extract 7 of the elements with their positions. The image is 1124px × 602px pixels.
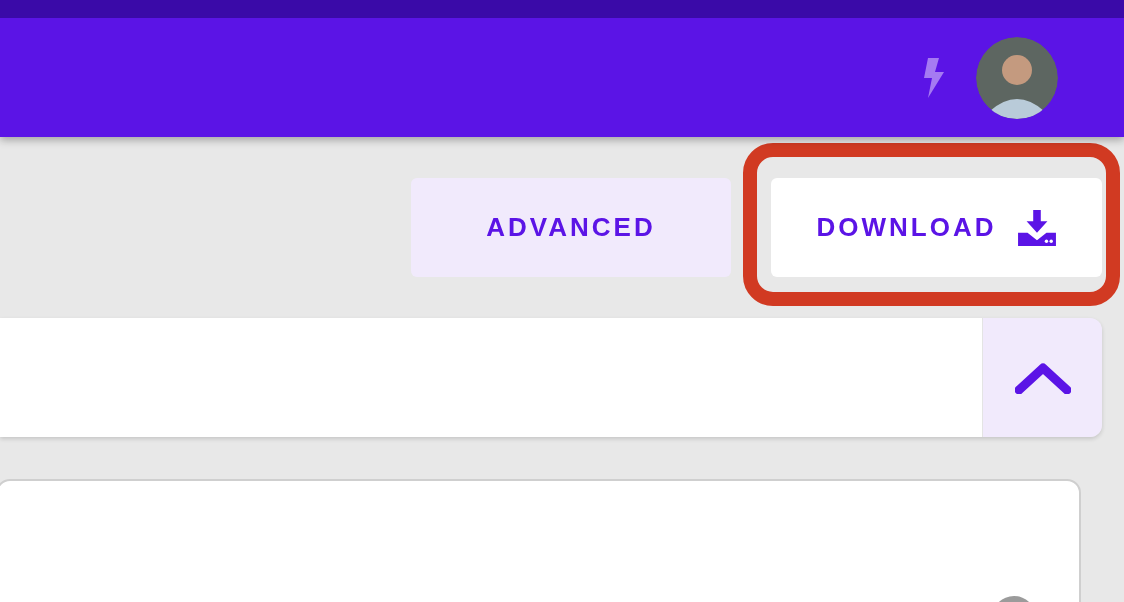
download-icon [1018, 209, 1057, 246]
lightning-bolt-icon[interactable] [922, 57, 946, 98]
avatar[interactable] [976, 36, 1058, 119]
chevron-up-icon [1014, 361, 1071, 394]
collapse-button[interactable] [983, 318, 1102, 437]
download-button[interactable]: DOWNLOAD [771, 178, 1102, 277]
advanced-button[interactable]: ADVANCED [411, 178, 731, 277]
